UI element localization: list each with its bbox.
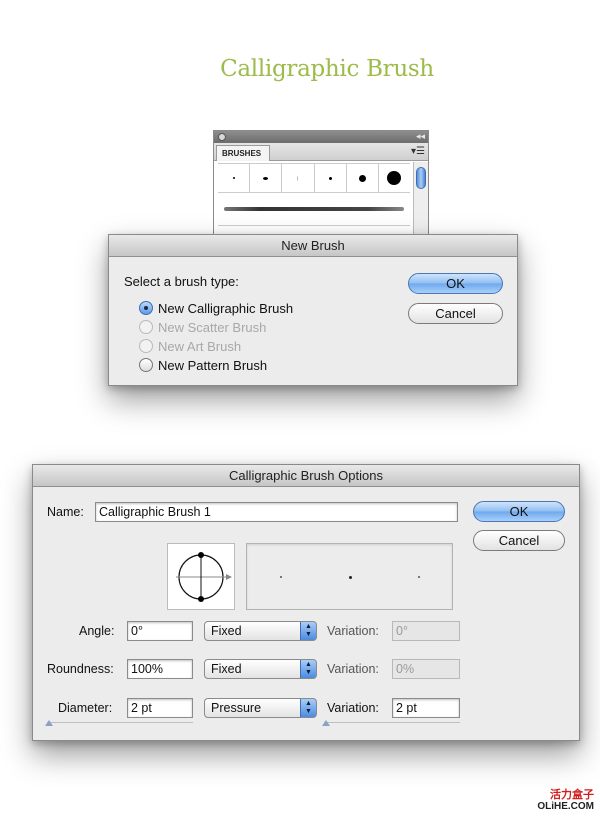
diameter-slider-track[interactable] xyxy=(47,719,193,723)
brushes-panel: ◂◂ BRUSHES ▾☰ xyxy=(213,130,429,242)
preview-dot xyxy=(349,576,352,579)
new-brush-dialog: New Brush Select a brush type: New Calli… xyxy=(108,234,518,386)
ok-button[interactable]: OK xyxy=(408,273,503,294)
angle-variation-input: 0° xyxy=(392,621,460,641)
brushes-panel-tabbar: BRUSHES ▾☰ xyxy=(214,143,428,161)
watermark-site: OLiHE.COM xyxy=(537,801,594,812)
radio-icon xyxy=(139,339,153,353)
roundness-variation-input: 0% xyxy=(392,659,460,679)
brushes-scrollbar[interactable] xyxy=(413,162,428,242)
radio-checked-icon[interactable] xyxy=(139,301,153,315)
radio-label: New Art Brush xyxy=(158,338,242,354)
watermark-chinese: 活力盒子 xyxy=(550,788,594,801)
roundness-label: Roundness: xyxy=(47,662,114,676)
diameter-variation-input[interactable]: 2 pt xyxy=(392,698,460,718)
dialog-title: New Brush xyxy=(109,235,517,257)
radio-new-scatter-brush: New Scatter Brush xyxy=(139,318,266,336)
cancel-button[interactable]: Cancel xyxy=(408,303,503,324)
panel-menu-icon[interactable]: ▾☰ xyxy=(411,145,425,159)
brush-swatch[interactable] xyxy=(315,164,347,192)
variation-label: Variation: xyxy=(327,662,379,676)
divider xyxy=(218,225,410,226)
preview-dot xyxy=(418,576,420,578)
brush-angle-roundness-icon[interactable] xyxy=(168,544,236,611)
radio-icon[interactable] xyxy=(139,358,153,372)
scroll-thumb[interactable] xyxy=(416,167,426,189)
variation-slider-thumb[interactable] xyxy=(322,720,330,726)
angle-input[interactable]: 0° xyxy=(127,621,193,641)
select-value: Pressure xyxy=(211,701,262,715)
diameter-slider-thumb[interactable] xyxy=(45,720,53,726)
close-icon[interactable] xyxy=(218,133,226,141)
roundness-input[interactable]: 100% xyxy=(127,659,193,679)
angle-label: Angle: xyxy=(79,624,115,638)
radio-new-art-brush: New Art Brush xyxy=(139,337,241,355)
radio-label: New Scatter Brush xyxy=(158,319,267,335)
brush-swatch[interactable] xyxy=(282,164,315,192)
ok-button[interactable]: OK xyxy=(473,501,565,522)
select-value: Fixed xyxy=(211,662,242,676)
variation-label: Variation: xyxy=(327,624,379,638)
dialog-title: Calligraphic Brush Options xyxy=(33,465,579,487)
calligraphic-brush-options-dialog: Calligraphic Brush Options Name: Calligr… xyxy=(32,464,580,741)
name-label: Name: xyxy=(47,505,84,519)
art-brush-stroke[interactable] xyxy=(224,207,404,211)
brush-swatch[interactable] xyxy=(250,164,283,192)
radio-label: New Pattern Brush xyxy=(158,357,268,373)
angle-mode-select[interactable]: Fixed ▲ ▼ xyxy=(204,621,317,641)
radio-icon xyxy=(139,320,153,334)
collapse-icon[interactable]: ◂◂ xyxy=(416,130,425,142)
brush-stroke-preview xyxy=(246,543,453,610)
variation-slider-track[interactable] xyxy=(324,719,460,723)
roundness-mode-select[interactable]: Fixed ▲ ▼ xyxy=(204,659,317,679)
diameter-mode-select[interactable]: Pressure ▲ ▼ xyxy=(204,698,317,718)
updown-arrows-icon: ▲ ▼ xyxy=(300,622,316,640)
diameter-label: Diameter: xyxy=(58,701,113,715)
diameter-input[interactable]: 2 pt xyxy=(127,698,193,718)
page-heading: Calligraphic Brush xyxy=(220,56,434,82)
cancel-button[interactable]: Cancel xyxy=(473,530,565,551)
radio-new-pattern-brush[interactable]: New Pattern Brush xyxy=(139,356,267,374)
radio-new-calligraphic-brush[interactable]: New Calligraphic Brush xyxy=(139,299,293,317)
brush-swatch-row xyxy=(218,163,410,193)
radio-label: New Calligraphic Brush xyxy=(158,300,294,316)
watermark: 活力盒子 OLiHE.COM xyxy=(537,789,594,813)
brush-type-prompt: Select a brush type: xyxy=(124,274,239,289)
brush-swatch[interactable] xyxy=(347,164,379,192)
brushes-panel-titlebar: ◂◂ xyxy=(214,131,428,143)
preview-dot xyxy=(280,576,282,578)
brush-name-input[interactable]: Calligraphic Brush 1 xyxy=(95,502,458,522)
brush-swatch[interactable] xyxy=(379,164,410,192)
brush-shape-preview[interactable] xyxy=(167,543,235,610)
variation-label: Variation: xyxy=(327,701,379,715)
tab-brushes[interactable]: BRUSHES xyxy=(216,145,270,161)
brush-swatch[interactable] xyxy=(218,164,251,192)
updown-arrows-icon: ▲ ▼ xyxy=(300,699,316,717)
select-value: Fixed xyxy=(211,624,242,638)
updown-arrows-icon: ▲ ▼ xyxy=(300,660,316,678)
